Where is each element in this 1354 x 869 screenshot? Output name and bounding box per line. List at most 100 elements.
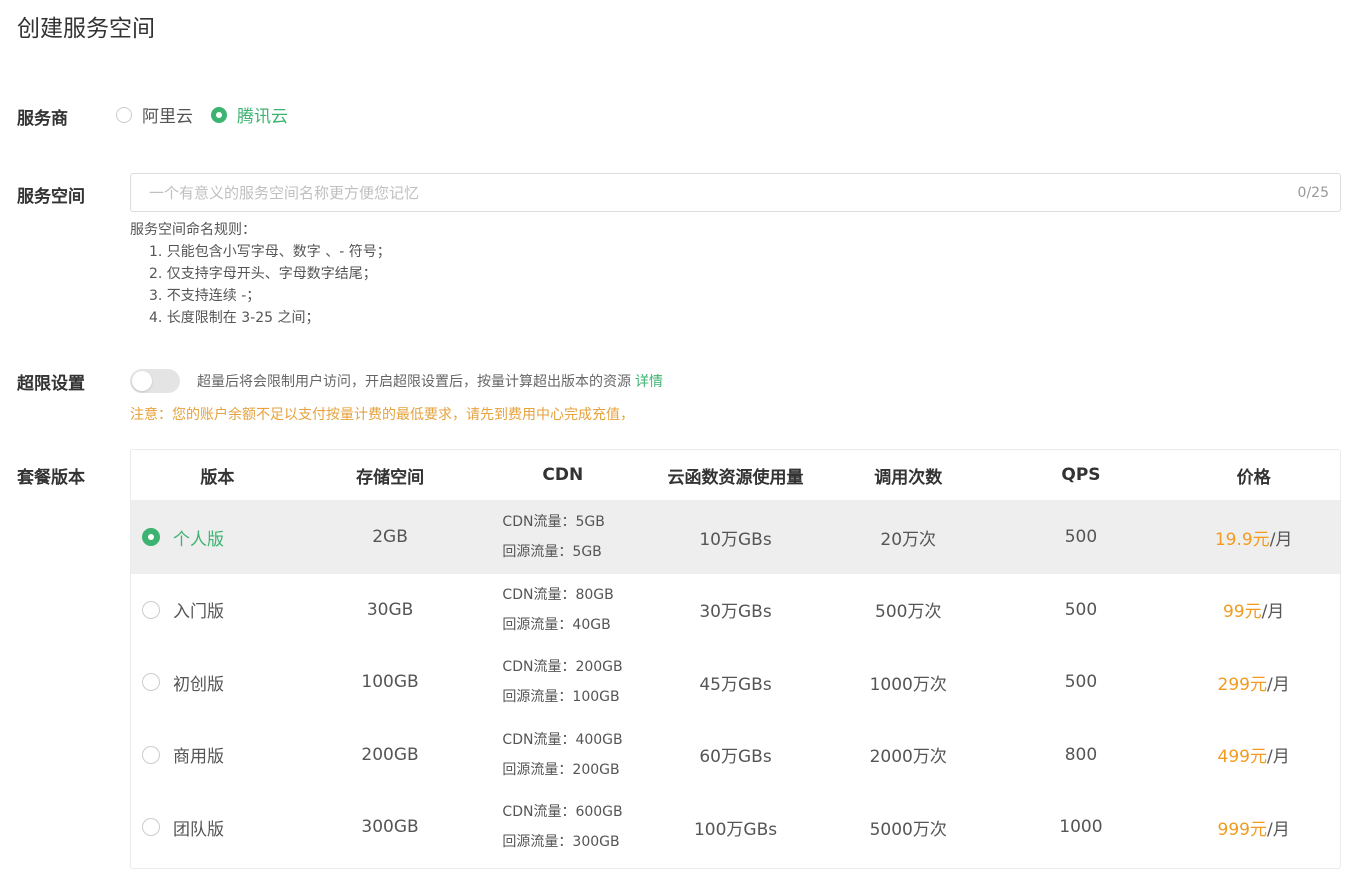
plan-storage: 100GB — [361, 672, 419, 693]
radio-unchecked-icon[interactable] — [142, 818, 160, 837]
plan-table: 版本 存储空间 CDN 云函数资源使用量 调用次数 QPS 价格 个人版 2GB… — [130, 449, 1341, 869]
plan-row-personal[interactable]: 个人版 2GB CDN流量：5GB 回源流量：5GB 10万GBs 20万次 5… — [131, 501, 1340, 574]
plan-version-cell: 初创版 — [131, 670, 304, 695]
radio-unchecked-icon[interactable] — [142, 745, 160, 764]
plan-name: 团队版 — [173, 819, 224, 840]
overlimit-description-text: 超量后将会限制用户访问，开启超限设置后，按量计算超出版本的资源 — [197, 374, 631, 390]
naming-rule: 2. 仅支持字母开头、字母数字结尾； — [149, 266, 377, 282]
provider-radio-group: 阿里云 腾讯云 — [116, 102, 306, 127]
balance-notice: 注意：您的账户余额不足以支付按量计费的最低要求，请先到费用中心完成充值， — [130, 407, 634, 423]
price-unit: /月 — [1261, 602, 1285, 623]
plan-function-usage: 45万GBs — [699, 674, 772, 695]
radio-checked-icon[interactable] — [211, 106, 227, 123]
overlimit-toggle[interactable] — [130, 369, 180, 393]
provider-option-tencent[interactable]: 腾讯云 — [211, 102, 288, 127]
provider-option-aliyun[interactable]: 阿里云 — [116, 102, 193, 127]
plan-cdn-traffic: CDN流量：5GB — [502, 514, 605, 531]
header-function-usage: 云函数资源使用量 — [667, 467, 804, 488]
table-header: 版本 存储空间 CDN 云函数资源使用量 调用次数 QPS 价格 — [131, 450, 1340, 501]
provider-option-label: 腾讯云 — [237, 107, 288, 127]
plan-cdn: CDN流量：200GB 回源流量：100GB — [476, 652, 649, 712]
plan-function-usage: 100万GBs — [693, 819, 778, 840]
plan-origin-traffic: 回源流量：100GB — [502, 689, 620, 706]
naming-rules-title: 服务空间命名规则： — [130, 222, 256, 238]
plan-calls: 500万次 — [875, 602, 942, 623]
toggle-knob — [132, 371, 152, 391]
plan-row-startup[interactable]: 初创版 100GB CDN流量：200GB 回源流量：100GB 45万GBs … — [131, 646, 1340, 719]
plan-storage: 200GB — [361, 744, 419, 765]
price-unit: /月 — [1266, 819, 1290, 840]
plan-qps: 500 — [1064, 599, 1098, 620]
header-cdn: CDN — [542, 465, 584, 485]
price-unit: /月 — [1266, 747, 1290, 768]
header-storage: 存储空间 — [356, 467, 425, 488]
space-name-field: 0/25 — [130, 173, 1341, 212]
radio-unchecked-icon[interactable] — [116, 106, 132, 123]
plan-row-business[interactable]: 商用版 200GB CDN流量：400GB 回源流量：200GB 60万GBs … — [131, 719, 1340, 792]
plan-storage: 30GB — [366, 599, 414, 620]
plan-origin-traffic: 回源流量：200GB — [502, 761, 620, 778]
plan-price: 99元/月 — [1167, 597, 1340, 622]
radio-unchecked-icon[interactable] — [142, 600, 160, 619]
plan-label: 套餐版本 — [17, 468, 85, 488]
plan-storage: 2GB — [372, 527, 408, 548]
page-title: 创建服务空间 — [17, 16, 155, 42]
naming-rule: 1. 只能包含小写字母、数字 、- 符号； — [149, 244, 391, 260]
space-name-input[interactable] — [131, 174, 1279, 211]
radio-checked-icon[interactable] — [142, 528, 160, 547]
char-counter: 0/25 — [1297, 185, 1329, 201]
plan-price: 499元/月 — [1167, 742, 1340, 767]
plan-cdn: CDN流量：80GB 回源流量：40GB — [476, 580, 649, 640]
header-version: 版本 — [200, 467, 235, 488]
provider-label: 服务商 — [17, 109, 68, 129]
plan-name: 个人版 — [173, 529, 224, 550]
plan-row-starter[interactable]: 入门版 30GB CDN流量：80GB 回源流量：40GB 30万GBs 500… — [131, 574, 1340, 647]
plan-function-usage: 10万GBs — [699, 529, 772, 550]
price-amount: 99元 — [1222, 602, 1262, 623]
price-amount: 19.9元 — [1214, 529, 1270, 550]
space-name-label: 服务空间 — [17, 187, 85, 207]
plan-calls: 1000万次 — [869, 674, 947, 695]
plan-cdn-traffic: CDN流量：600GB — [502, 804, 623, 821]
price-unit: /月 — [1266, 674, 1290, 695]
header-qps: QPS — [1061, 465, 1101, 485]
overlimit-label: 超限设置 — [17, 374, 85, 394]
plan-version-cell: 入门版 — [131, 597, 304, 622]
plan-name: 入门版 — [173, 602, 224, 623]
plan-origin-traffic: 回源流量：300GB — [502, 834, 620, 851]
plan-function-usage: 60万GBs — [699, 747, 772, 768]
price-amount: 499元 — [1217, 747, 1267, 768]
plan-cdn: CDN流量：5GB 回源流量：5GB — [476, 507, 649, 567]
plan-origin-traffic: 回源流量：40GB — [502, 616, 611, 633]
price-amount: 299元 — [1217, 674, 1267, 695]
plan-calls: 20万次 — [880, 529, 937, 550]
plan-origin-traffic: 回源流量：5GB — [502, 544, 602, 561]
plan-name: 商用版 — [173, 747, 224, 768]
plan-row-team[interactable]: 团队版 300GB CDN流量：600GB 回源流量：300GB 100万GBs… — [131, 791, 1340, 864]
plan-qps: 1000 — [1059, 817, 1103, 838]
header-price: 价格 — [1236, 467, 1271, 488]
provider-option-label: 阿里云 — [142, 107, 193, 127]
plan-qps: 800 — [1064, 744, 1098, 765]
plan-version-cell: 商用版 — [131, 742, 304, 767]
plan-price: 299元/月 — [1167, 670, 1340, 695]
radio-unchecked-icon[interactable] — [142, 673, 160, 692]
naming-rule: 4. 长度限制在 3-25 之间； — [149, 310, 320, 326]
naming-rule: 3. 不支持连续 -； — [149, 288, 261, 304]
details-link[interactable]: 详情 — [635, 374, 663, 390]
header-calls: 调用次数 — [874, 467, 943, 488]
plan-storage: 300GB — [361, 817, 419, 838]
naming-rules: 服务空间命名规则： 1. 只能包含小写字母、数字 、- 符号； 2. 仅支持字母… — [130, 219, 391, 329]
plan-version-cell: 团队版 — [131, 815, 304, 840]
plan-qps: 500 — [1064, 672, 1098, 693]
plan-cdn: CDN流量：400GB 回源流量：200GB — [476, 725, 649, 785]
price-unit: /月 — [1269, 529, 1293, 550]
plan-cdn-traffic: CDN流量：400GB — [502, 731, 623, 748]
plan-function-usage: 30万GBs — [699, 602, 772, 623]
plan-calls: 2000万次 — [869, 747, 947, 768]
plan-cdn-traffic: CDN流量：200GB — [502, 659, 623, 676]
plan-cdn: CDN流量：600GB 回源流量：300GB — [476, 797, 649, 857]
plan-qps: 500 — [1064, 527, 1098, 548]
plan-version-cell: 个人版 — [131, 525, 304, 550]
plan-price: 19.9元/月 — [1167, 525, 1340, 550]
